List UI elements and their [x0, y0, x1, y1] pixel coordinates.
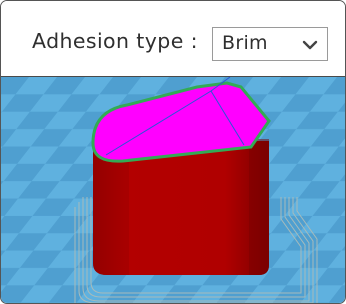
adhesion-type-value: Brim [222, 32, 268, 54]
adhesion-settings-panel: Adhesion type : Brim [0, 0, 346, 304]
print-preview-scene [1, 77, 345, 303]
adhesion-type-dropdown[interactable]: Brim [212, 27, 328, 61]
adhesion-type-label: Adhesion type : [32, 29, 198, 53]
print-preview-viewport[interactable] [1, 77, 345, 303]
settings-header: Adhesion type : Brim [1, 1, 345, 77]
chevron-down-icon [302, 40, 318, 50]
